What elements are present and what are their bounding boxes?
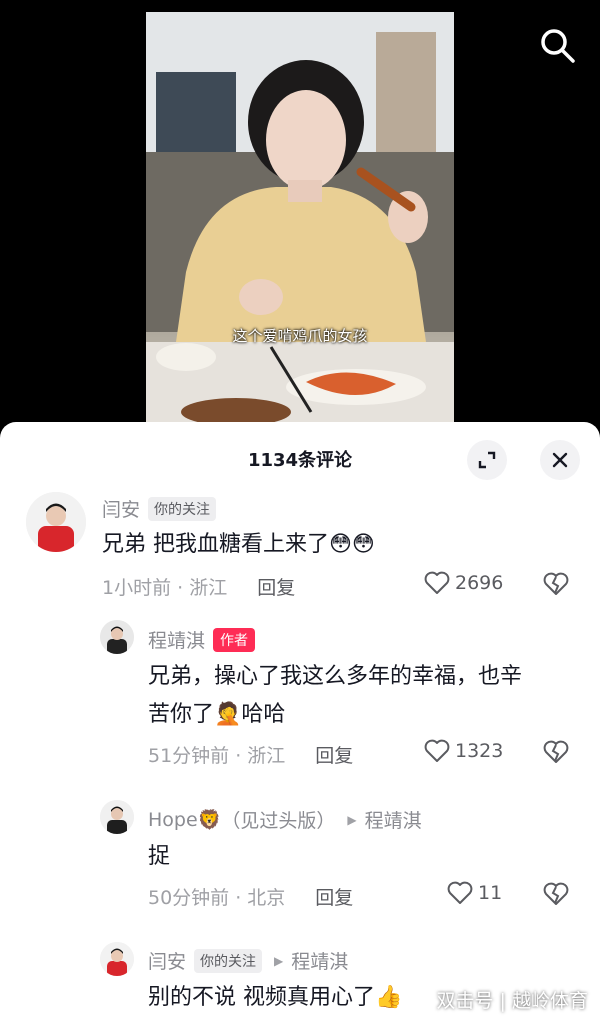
reply-to-user[interactable]: 程靖淇 (365, 806, 422, 833)
reply-button[interactable]: 回复 (315, 741, 353, 768)
comment-time-location: 51分钟前 · 浙江 (148, 745, 286, 767)
heart-icon (447, 881, 473, 904)
comment-text: 捉 (148, 844, 171, 869)
like-button[interactable]: 11 (447, 881, 502, 905)
reply-to-user[interactable]: 程靖淇 (291, 947, 348, 974)
avatar-image (26, 492, 86, 552)
avatar-image (100, 620, 134, 654)
dislike-button[interactable] (543, 882, 569, 910)
avatar[interactable] (100, 800, 134, 834)
avatar[interactable] (26, 492, 86, 552)
search-button[interactable] (538, 26, 578, 66)
comment-author-row: 闫安 你的关注 ▶ 程靖淇 (148, 947, 348, 974)
comment-author-row: Hope🦁 （见过头版） ▶ 程靖淇 (148, 806, 422, 833)
author-badge: 作者 (213, 627, 256, 652)
heart-icon (424, 571, 450, 594)
broken-heart-icon (543, 740, 569, 763)
following-badge: 你的关注 (194, 948, 263, 973)
search-icon (541, 29, 575, 63)
heart-icon (424, 739, 450, 762)
like-count: 11 (478, 882, 503, 904)
comment-meta-row: 51分钟前 · 浙江 回复 (148, 741, 353, 768)
comment-author[interactable]: 闫安 (102, 495, 140, 522)
avatar[interactable] (100, 942, 134, 976)
like-button[interactable]: 2696 (424, 571, 503, 595)
comment-text: 别的不说 视频真用心了👍 (148, 985, 403, 1010)
reply-arrow-icon: ▶ (274, 953, 284, 968)
video-caption: 这个爱啃鸡爪的女孩 (232, 327, 368, 345)
avatar-image (100, 800, 134, 834)
comment-time-location: 50分钟前 · 北京 (148, 887, 286, 909)
comment-text-line-2: 苦你了🤦哈哈 (148, 702, 286, 727)
watermark: 双击号 | 越岭体育 (436, 990, 588, 1012)
dislike-button[interactable] (543, 572, 569, 600)
avatar[interactable] (100, 620, 134, 654)
comment-meta-row: 1小时前 · 浙江 回复 (102, 573, 295, 600)
comment-text-line-1: 兄弟，操心了我这么多年的幸福，也辛 (148, 664, 523, 689)
comment-item: 闫安 你的关注 兄弟 把我血糖看上来了😳😳 1小时前 · 浙江 回复 2696 (0, 422, 600, 622)
video-scene-image (146, 12, 454, 422)
comment-author[interactable]: Hope🦁 (148, 808, 221, 831)
comment-time-location: 1小时前 · 浙江 (102, 577, 228, 599)
comment-author-row: 程靖淇 作者 (148, 626, 256, 653)
like-count: 2696 (455, 572, 504, 594)
dislike-button[interactable] (543, 740, 569, 768)
video-player[interactable]: 这个爱啃鸡爪的女孩 (0, 0, 600, 440)
broken-heart-icon (543, 882, 569, 905)
comment-meta-row: 50分钟前 · 北京 回复 (148, 883, 353, 910)
comment-panel: 1134条评论 闫安 你的关注 兄弟 把我血糖看上来了😳😳 1小时前 · 浙江 … (0, 422, 600, 1021)
broken-heart-icon (543, 572, 569, 595)
comment-author-suffix: （见过头版） (221, 810, 336, 832)
comment-author[interactable]: 程靖淇 (148, 626, 205, 653)
avatar-image (100, 942, 134, 976)
like-button[interactable]: 1323 (424, 739, 503, 763)
like-count: 1323 (455, 740, 504, 762)
video-frame[interactable]: 这个爱啃鸡爪的女孩 (146, 12, 454, 422)
reply-arrow-icon: ▶ (347, 812, 357, 827)
comment-author[interactable]: 闫安 (148, 947, 186, 974)
reply-button[interactable]: 回复 (257, 573, 295, 600)
comment-author-row: 闫安 你的关注 (102, 495, 217, 522)
following-badge: 你的关注 (148, 496, 217, 521)
reply-button[interactable]: 回复 (315, 883, 353, 910)
comment-text: 兄弟 把我血糖看上来了😳😳 (102, 532, 375, 557)
